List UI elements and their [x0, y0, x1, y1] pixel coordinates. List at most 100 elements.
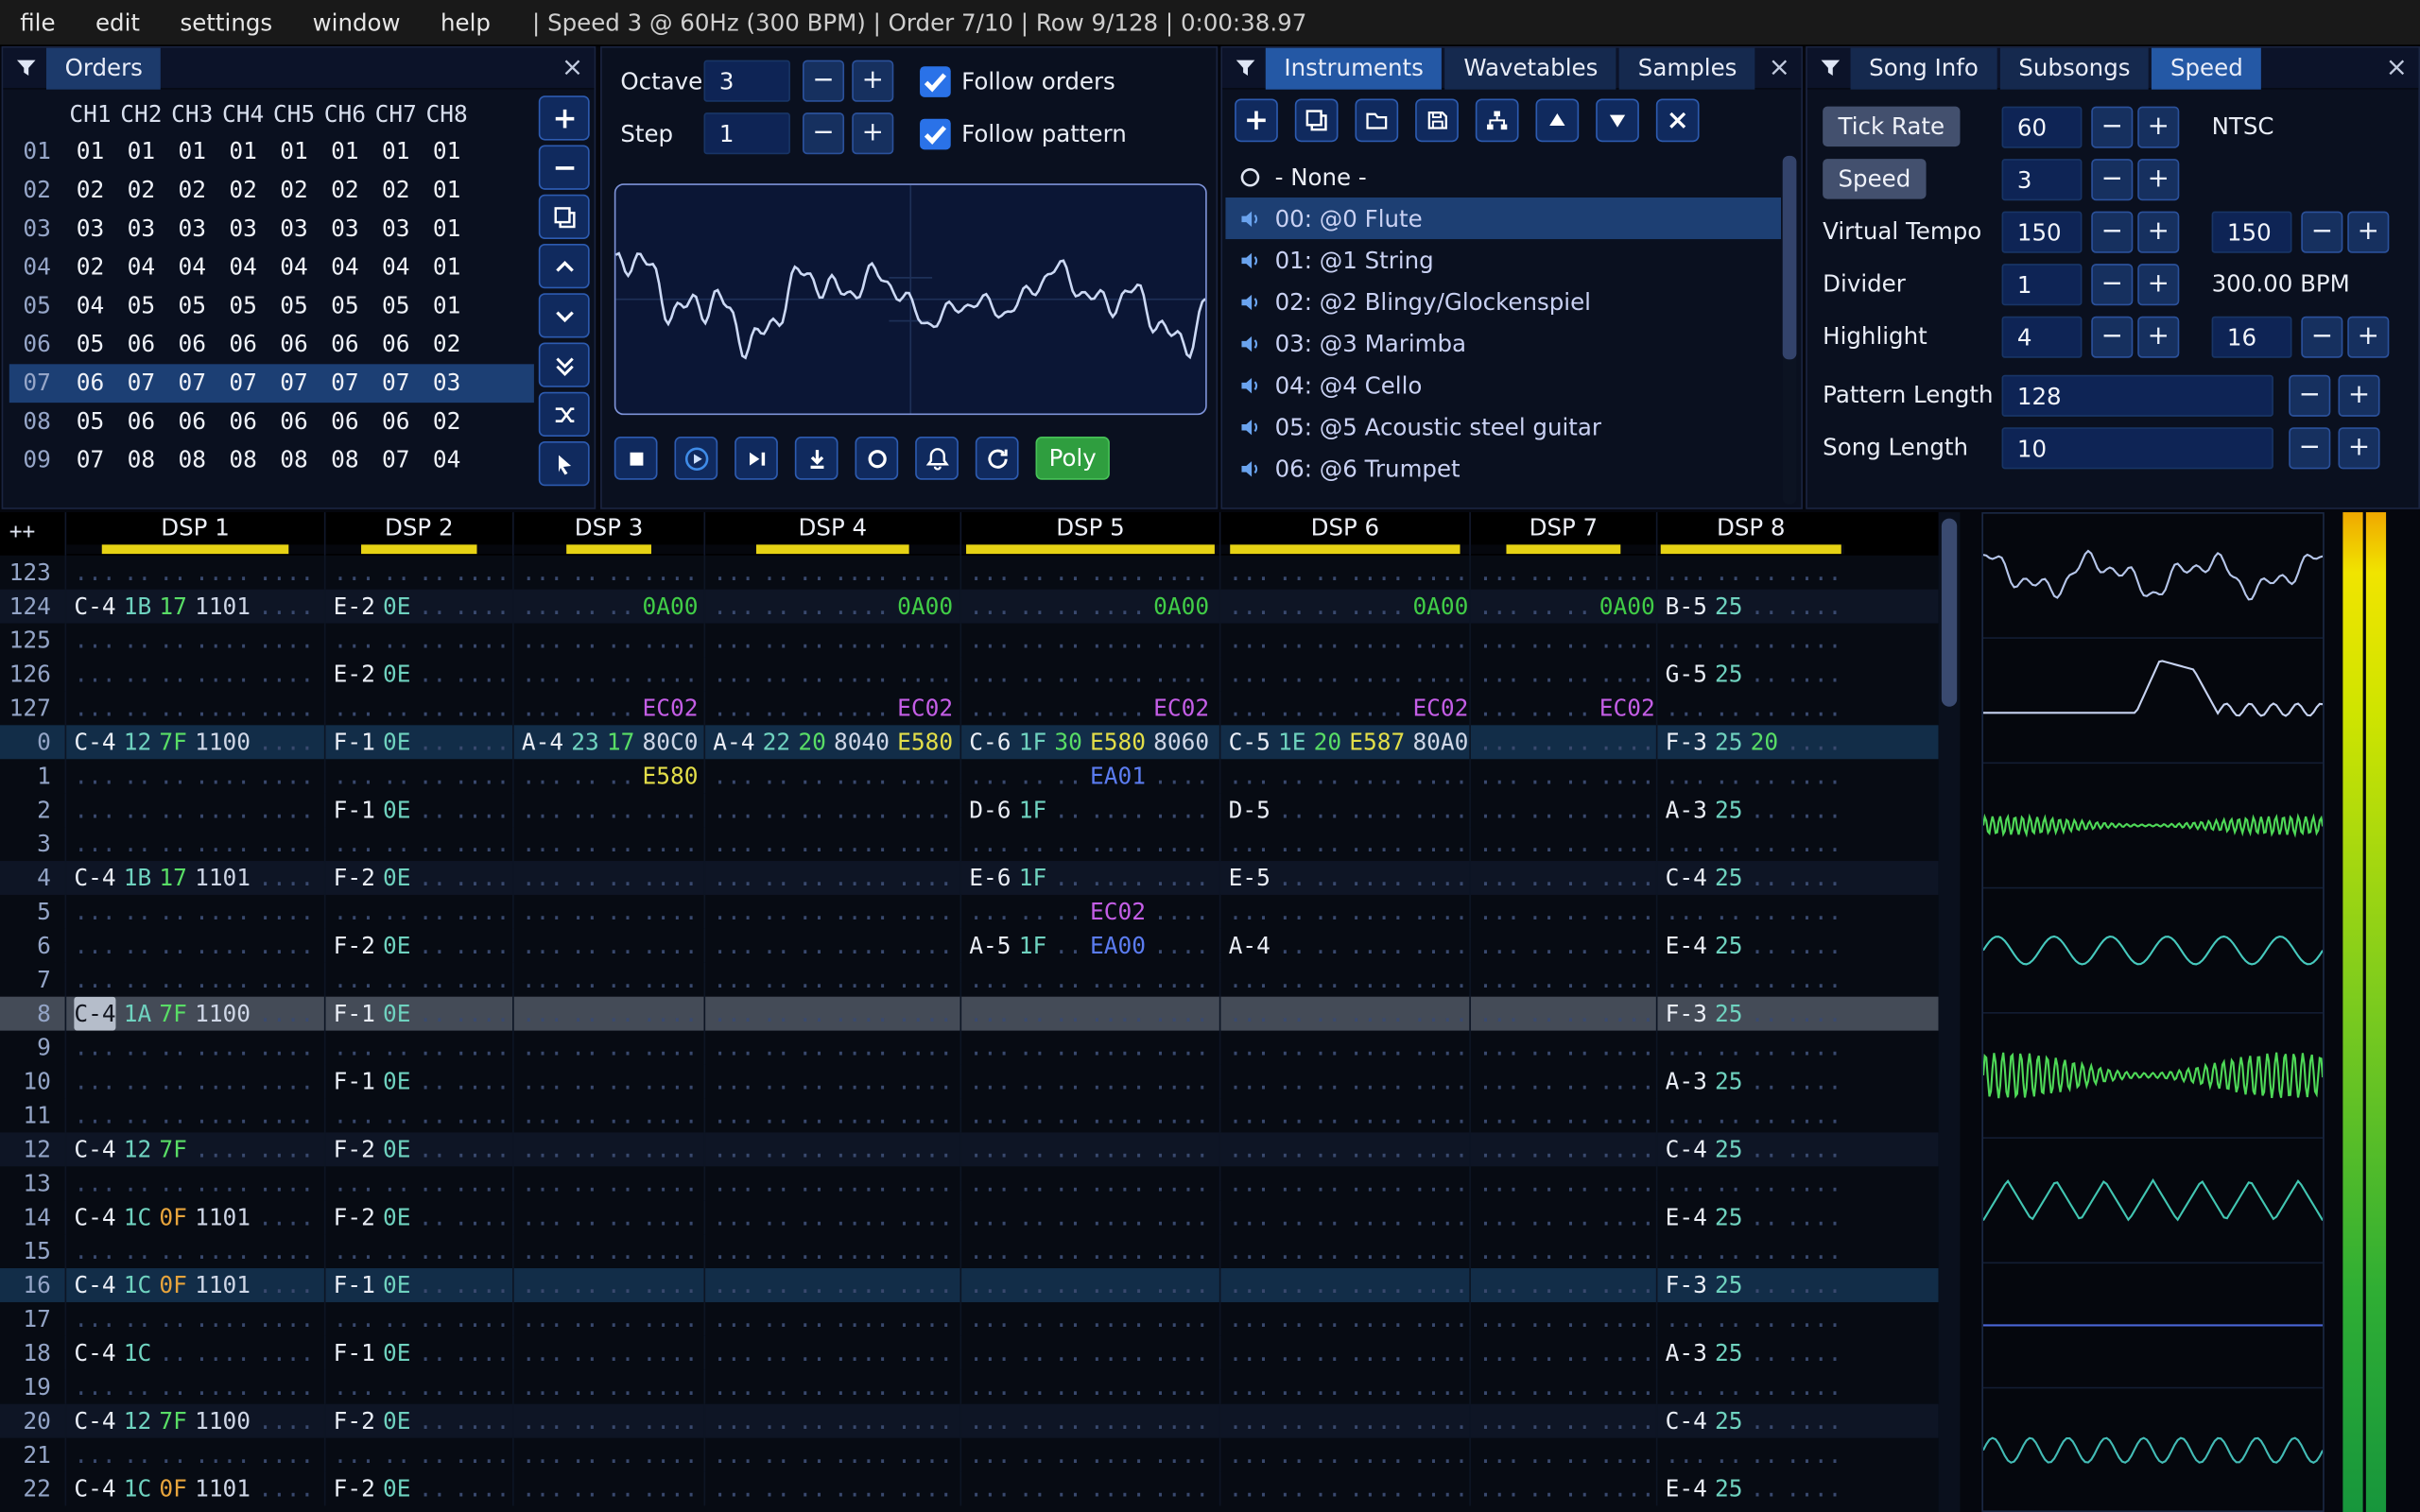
order-cell[interactable]: 05 [371, 287, 422, 326]
song-length-increment-button[interactable]: + [2338, 427, 2380, 470]
pattern-cell[interactable]: ........... [323, 1437, 512, 1472]
instrument-duplicate-button[interactable] [1294, 98, 1339, 143]
pattern-cell[interactable]: ............... [703, 928, 959, 963]
pattern-cell[interactable]: ........... [323, 555, 512, 590]
menu-edit[interactable]: edit [76, 0, 160, 45]
orders-row[interactable]: 03 03 03 03 03 03 03 03 01 [9, 210, 534, 249]
channel-header[interactable]: DSP 7 [1469, 512, 1656, 556]
pattern-cell[interactable]: ............... [1219, 1268, 1469, 1302]
song-length-decrement-button[interactable]: − [2289, 427, 2331, 470]
pattern-cell[interactable]: ............... [1219, 1098, 1469, 1133]
pattern-cell[interactable]: ........... [512, 1132, 703, 1167]
pattern-cell[interactable]: ........... [1469, 928, 1656, 963]
pattern-cell[interactable]: ............... [703, 793, 959, 828]
order-select-pointer-icon[interactable] [538, 440, 590, 487]
pattern-cell[interactable]: C-6 1F 30 E580 8060 [959, 725, 1219, 760]
pattern-cell[interactable]: ............... [1219, 1132, 1469, 1167]
pattern-cell[interactable]: G-5 25...... [1655, 657, 1844, 692]
pattern-cell[interactable]: ........... [1655, 894, 1844, 929]
close-icon[interactable]: × [1769, 48, 1790, 90]
order-cell[interactable]: 07 [371, 364, 422, 403]
pattern-cell[interactable]: ........... [1469, 827, 1656, 862]
pattern-cell[interactable]: ............... [959, 1064, 1219, 1099]
pattern-cell[interactable]: ........... EC02 [703, 691, 959, 726]
virtual-tempo-den-decrement-button[interactable]: − [2301, 211, 2343, 253]
pattern-cell[interactable]: ........... [1469, 1098, 1656, 1133]
speed-increment-button[interactable]: + [2137, 159, 2180, 201]
order-cell[interactable]: 02 [422, 403, 473, 441]
pattern-cell[interactable]: ............... [703, 996, 959, 1031]
pattern-cell[interactable]: ............... [959, 1132, 1219, 1167]
pattern-cell[interactable]: ............... [703, 1471, 959, 1506]
pattern-cell[interactable]: A-3 25...... [1655, 1064, 1844, 1099]
metronome-bell-icon[interactable] [915, 437, 959, 480]
pattern-cell[interactable]: ........... [323, 1234, 512, 1269]
octave-increment-button[interactable]: + [852, 60, 894, 102]
order-cell[interactable]: 02 [320, 171, 371, 210]
instrument-item[interactable]: 02: @2 Blingy/Glockenspiel [1225, 281, 1781, 322]
pattern-cell[interactable]: ........... [1469, 725, 1656, 760]
pattern-cell[interactable]: ............... [703, 827, 959, 862]
order-cell[interactable]: 07 [115, 364, 166, 403]
order-cell[interactable]: 01 [217, 132, 268, 171]
order-move-down-button[interactable] [538, 293, 590, 338]
order-cell[interactable]: 03 [217, 210, 268, 249]
pattern-cell[interactable]: A-3 25...... [1655, 1335, 1844, 1370]
pattern-cell[interactable]: ............... [64, 962, 324, 997]
pattern-cell[interactable]: ............... [703, 1335, 959, 1370]
stop-button[interactable] [614, 437, 658, 480]
order-cell[interactable]: 05 [217, 287, 268, 326]
pattern-cell[interactable]: ........... [1469, 657, 1656, 692]
pattern-scrollbar[interactable] [1938, 512, 1961, 1512]
order-cell[interactable]: 07 [65, 441, 116, 480]
order-cell[interactable]: 04 [371, 249, 422, 287]
order-cell[interactable]: 01 [268, 132, 320, 171]
order-cell[interactable]: 03 [371, 210, 422, 249]
pattern-cell[interactable]: ........... [512, 1064, 703, 1099]
pattern-cell[interactable]: A-5 1F.. EA00.... [959, 928, 1219, 963]
pattern-cell[interactable]: C-4 25...... [1655, 1403, 1844, 1438]
pattern-cell[interactable]: ........... [1655, 1301, 1844, 1336]
pattern-cell[interactable]: ........... [1655, 691, 1844, 726]
pattern-cell[interactable]: ............... [1219, 894, 1469, 929]
pattern-cell[interactable]: ............... [959, 1301, 1219, 1336]
order-cell[interactable]: 06 [268, 403, 320, 441]
virtual-tempo-den-increment-button[interactable]: + [2347, 211, 2390, 253]
pattern-cell[interactable]: ........... [1655, 962, 1844, 997]
pattern-cell[interactable]: C-4 1C.......... [64, 1335, 324, 1370]
pattern-cell[interactable]: ............... [959, 657, 1219, 692]
order-cell[interactable]: 02 [217, 171, 268, 210]
order-cell[interactable]: 06 [371, 325, 422, 364]
pattern-cell[interactable]: ........... [1469, 555, 1656, 590]
instrument-save-icon[interactable] [1415, 98, 1459, 143]
orders-row[interactable]: 08 05 06 06 06 06 06 06 02 [9, 403, 534, 441]
pattern-cell[interactable]: ........... [1469, 1301, 1656, 1336]
order-duplicate-button[interactable] [538, 194, 590, 240]
order-cell[interactable]: 03 [166, 210, 217, 249]
order-cell[interactable]: 06 [371, 403, 422, 441]
pattern-cell[interactable]: ........... [1469, 1132, 1656, 1167]
pattern-cell[interactable]: ........... [1655, 1166, 1844, 1201]
pattern-cell[interactable]: ........... [1469, 996, 1656, 1031]
channel-header[interactable]: DSP 4 [703, 512, 960, 556]
pattern-cell[interactable]: ........... [1469, 1335, 1656, 1370]
pattern-cell[interactable]: ........... [1655, 759, 1844, 794]
pattern-cell[interactable]: ........... [323, 962, 512, 997]
pattern-cell[interactable]: ............... [959, 555, 1219, 590]
channel-header[interactable]: DSP 8 [1655, 512, 1845, 556]
octave-decrement-button[interactable]: − [802, 60, 845, 102]
pattern-cell[interactable]: ............... [1219, 1030, 1469, 1065]
pattern-cell[interactable]: ............... [959, 1234, 1219, 1269]
instrument-move-up-button[interactable] [1535, 98, 1580, 143]
pattern-cell[interactable]: A-4 23 17 80C0 [512, 725, 703, 760]
pattern-cell[interactable]: ............... [64, 691, 324, 726]
pattern-cell[interactable]: ........... [323, 1369, 512, 1404]
virtual-tempo-denominator-input[interactable]: 150 [2211, 211, 2292, 253]
pattern-cell[interactable]: ........... [323, 1166, 512, 1201]
order-cell[interactable]: 04 [65, 287, 116, 326]
pattern-cell[interactable]: ............... [64, 1064, 324, 1099]
pattern-cell[interactable]: C-4 25...... [1655, 1132, 1844, 1167]
channel-header[interactable]: DSP 6 [1219, 512, 1470, 556]
pattern-cell[interactable]: C-4 12 7F........ [64, 1132, 324, 1167]
pattern-cell[interactable]: ............... [64, 1437, 324, 1472]
